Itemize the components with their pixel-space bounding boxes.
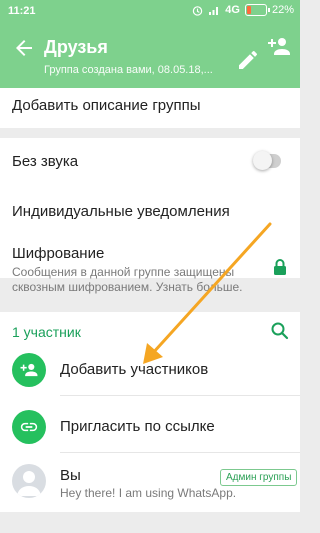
battery-percent: 22% xyxy=(271,4,294,16)
group-subtitle: Группа создана вами, 08.05.18,... xyxy=(44,64,213,76)
divider xyxy=(60,452,300,453)
invite-link-label: Пригласить по ссылке xyxy=(60,418,215,435)
lock-icon xyxy=(274,259,286,275)
battery-icon xyxy=(244,4,270,16)
group-title[interactable]: Друзья xyxy=(44,37,108,58)
encryption-label[interactable]: Шифрование xyxy=(12,245,104,262)
mute-toggle-knob xyxy=(253,151,272,170)
status-bar: 11:21 4G 22% xyxy=(0,0,300,24)
encryption-description[interactable]: Сообщения в данной группе защищены сквоз… xyxy=(12,265,262,295)
app-bar: Друзья Группа создана вами, 08.05.18,... xyxy=(0,24,300,88)
add-participant-icon[interactable] xyxy=(266,34,292,60)
member-name: Вы xyxy=(60,467,81,484)
signal-icon xyxy=(209,6,219,15)
network-type: 4G xyxy=(225,4,240,16)
back-arrow-icon[interactable] xyxy=(12,36,36,60)
custom-notifications-label[interactable]: Индивидуальные уведомления xyxy=(12,203,230,220)
search-icon[interactable] xyxy=(270,321,290,341)
alarm-icon xyxy=(193,5,203,16)
add-participants-label: Добавить участников xyxy=(60,361,209,378)
description-card[interactable]: Добавить описание группы xyxy=(0,88,300,128)
avatar xyxy=(12,464,46,498)
divider xyxy=(60,395,300,396)
add-participants-icon xyxy=(12,353,46,387)
mute-toggle[interactable] xyxy=(253,151,281,170)
add-description-label: Добавить описание группы xyxy=(12,97,201,114)
participant-count: 1 участник xyxy=(12,324,81,340)
member-status: Hey there! I am using WhatsApp. xyxy=(60,486,237,500)
admin-badge: Админ группы xyxy=(220,469,298,486)
invite-link-icon xyxy=(12,410,46,444)
mute-label[interactable]: Без звука xyxy=(12,153,78,170)
status-time: 11:21 xyxy=(8,5,36,17)
status-right: 4G 22% xyxy=(192,4,294,16)
edit-pencil-icon[interactable] xyxy=(236,48,260,72)
